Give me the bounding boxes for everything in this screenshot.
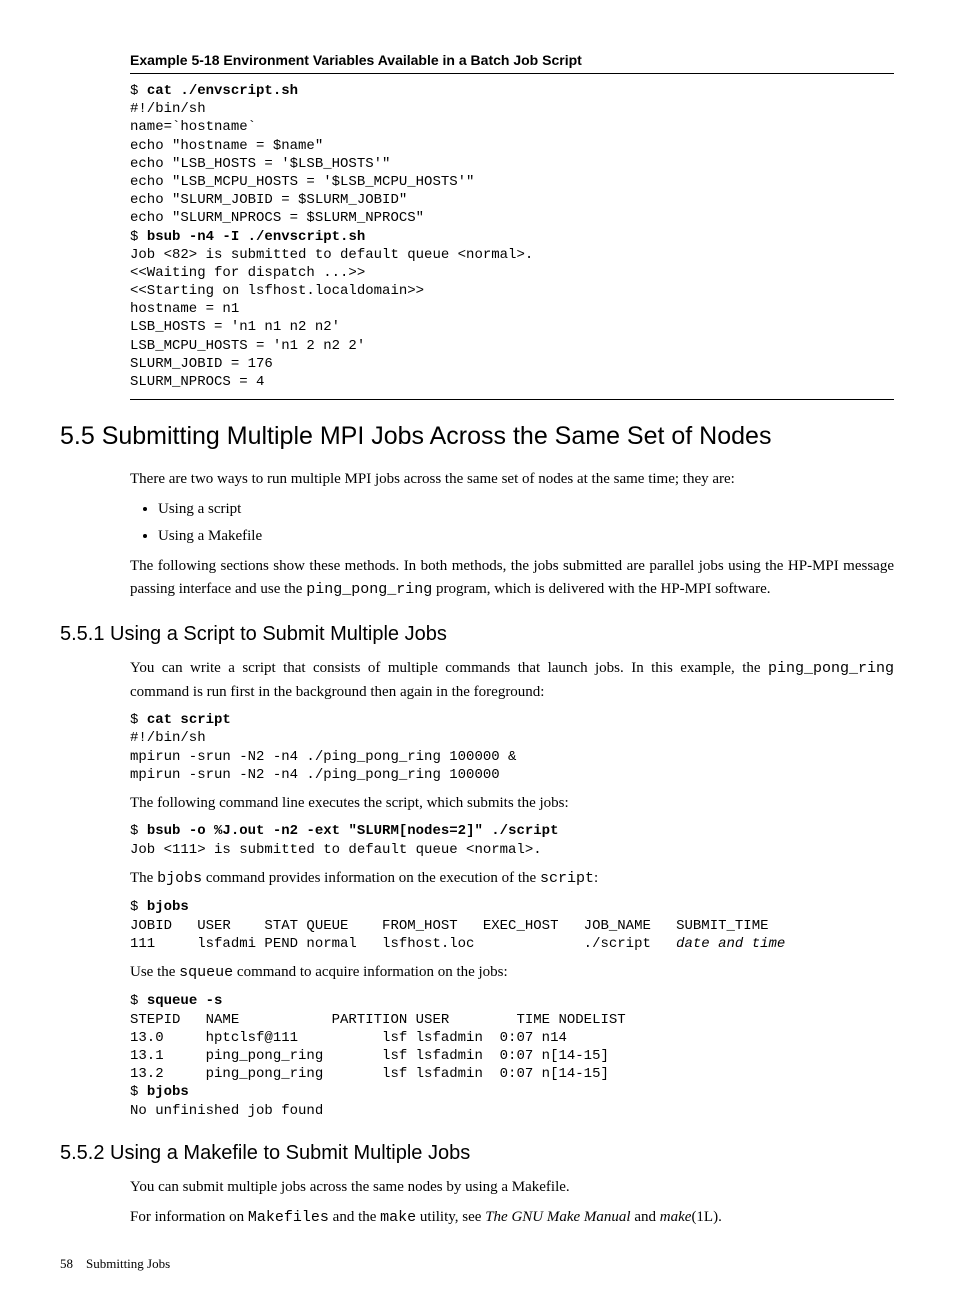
- code-line: echo "hostname = $name": [130, 138, 323, 154]
- cmd-cat-script: cat script: [147, 712, 231, 728]
- code-line: <<Starting on lsfhost.localdomain>>: [130, 283, 424, 299]
- code-line: No unfinished job found: [130, 1103, 323, 1119]
- cmd-bjobs2: bjobs: [147, 1084, 189, 1100]
- text: command provides information on the exec…: [202, 870, 540, 886]
- paragraph: For information on Makefiles and the mak…: [130, 1206, 894, 1230]
- code-line: hostname = n1: [130, 301, 239, 317]
- example-title: Example 5-18 Environment Variables Avail…: [130, 50, 894, 74]
- list-item: Using a Makefile: [158, 525, 894, 548]
- code-line: LSB_HOSTS = 'n1 n1 n2 n2': [130, 319, 340, 335]
- bullet-list: Using a script Using a Makefile: [130, 498, 894, 547]
- code-line: mpirun -srun -N2 -n4 ./ping_pong_ring 10…: [130, 749, 516, 765]
- text: (1L).: [691, 1209, 721, 1225]
- paragraph: The following sections show these method…: [130, 555, 894, 601]
- code-line: JOBID USER STAT QUEUE FROM_HOST EXEC_HOS…: [130, 918, 769, 934]
- cmd-bsub2: bsub -o %J.out -n2 -ext "SLURM[nodes=2]"…: [147, 823, 559, 839]
- inline-code: ping_pong_ring: [768, 660, 894, 677]
- code-block-script: $ cat script #!/bin/sh mpirun -srun -N2 …: [130, 711, 894, 784]
- code-line: SLURM_JOBID = 176: [130, 356, 273, 372]
- prompt: $: [130, 823, 147, 839]
- text: and: [631, 1209, 660, 1225]
- inline-code: Makefiles: [248, 1209, 329, 1226]
- list-item: Using a script: [158, 498, 894, 521]
- section-5-5-2-heading: 5.5.2 Using a Makefile to Submit Multipl…: [60, 1138, 894, 1168]
- code-line: Job <82> is submitted to default queue <…: [130, 247, 533, 263]
- paragraph: Use the squeue command to acquire inform…: [130, 961, 894, 985]
- inline-code: make: [380, 1209, 416, 1226]
- paragraph: You can write a script that consists of …: [130, 657, 894, 703]
- text: Use the: [130, 964, 179, 980]
- footer-text: Submitting Jobs: [86, 1256, 170, 1271]
- prompt: $: [130, 229, 147, 245]
- code-line: Job <111> is submitted to default queue …: [130, 842, 542, 858]
- prompt: $: [130, 993, 147, 1009]
- code-line: 13.2 ping_pong_ring lsf lsfadmin 0:07 n[…: [130, 1066, 609, 1082]
- code-line: #!/bin/sh: [130, 730, 206, 746]
- code-line: echo "SLURM_NPROCS = $SLURM_NPROCS": [130, 210, 424, 226]
- code-line: SLURM_NPROCS = 4: [130, 374, 264, 390]
- italic-title: The GNU Make Manual: [485, 1209, 630, 1225]
- code-line: echo "LSB_HOSTS = '$LSB_HOSTS'": [130, 156, 390, 172]
- code-line: mpirun -srun -N2 -n4 ./ping_pong_ring 10…: [130, 767, 500, 783]
- inline-code: bjobs: [157, 870, 202, 887]
- text: The: [130, 870, 157, 886]
- code-line: 13.1 ping_pong_ring lsf lsfadmin 0:07 n[…: [130, 1048, 609, 1064]
- paragraph: You can submit multiple jobs across the …: [130, 1176, 894, 1199]
- code-line: #!/bin/sh: [130, 101, 206, 117]
- code-line: <<Waiting for dispatch ...>>: [130, 265, 365, 281]
- text: and the: [329, 1209, 380, 1225]
- prompt: $: [130, 712, 147, 728]
- text: For information on: [130, 1209, 248, 1225]
- italic-title: make: [660, 1209, 692, 1225]
- paragraph: The bjobs command provides information o…: [130, 867, 894, 891]
- paragraph: The following command line executes the …: [130, 792, 894, 815]
- inline-code: squeue: [179, 964, 233, 981]
- text: command is run first in the background t…: [130, 684, 544, 700]
- code-line: LSB_MCPU_HOSTS = 'n1 2 n2 2': [130, 338, 365, 354]
- code-line: 13.0 hptclsf@111 lsf lsfadmin 0:07 n14: [130, 1030, 567, 1046]
- prompt: $: [130, 899, 147, 915]
- code-line: echo "SLURM_JOBID = $SLURM_JOBID": [130, 192, 407, 208]
- text: command to acquire information on the jo…: [233, 964, 508, 980]
- code-line: echo "LSB_MCPU_HOSTS = '$LSB_MCPU_HOSTS'…: [130, 174, 474, 190]
- page-number: 58: [60, 1256, 73, 1271]
- text: You can write a script that consists of …: [130, 660, 768, 676]
- code-line: name=`hostname`: [130, 119, 256, 135]
- page-footer: 58 Submitting Jobs: [60, 1254, 894, 1274]
- cmd-bsub: bsub -n4 -I ./envscript.sh: [147, 229, 365, 245]
- divider: [130, 399, 894, 400]
- code-italic: date and time: [676, 936, 785, 952]
- inline-code: script: [540, 870, 594, 887]
- code-line: STEPID NAME PARTITION USER TIME NODELIST: [130, 1012, 626, 1028]
- text: utility, see: [416, 1209, 485, 1225]
- code-block-bsub: $ bsub -o %J.out -n2 -ext "SLURM[nodes=2…: [130, 822, 894, 858]
- cmd-bjobs: bjobs: [147, 899, 189, 915]
- prompt: $: [130, 1084, 147, 1100]
- inline-code: ping_pong_ring: [306, 581, 432, 598]
- text: program, which is delivered with the HP-…: [432, 581, 770, 597]
- text: :: [594, 870, 598, 886]
- cmd-squeue: squeue -s: [147, 993, 223, 1009]
- code-block-bjobs: $ bjobs JOBID USER STAT QUEUE FROM_HOST …: [130, 898, 894, 953]
- code-line: 111 lsfadmi PEND normal lsfhost.loc ./sc…: [130, 936, 676, 952]
- section-5-5-heading: 5.5 Submitting Multiple MPI Jobs Across …: [60, 418, 894, 456]
- paragraph: There are two ways to run multiple MPI j…: [130, 468, 894, 491]
- code-block-envscript: $ cat ./envscript.sh #!/bin/sh name=`hos…: [130, 82, 894, 391]
- code-block-squeue: $ squeue -s STEPID NAME PARTITION USER T…: [130, 992, 894, 1119]
- cmd-cat: cat ./envscript.sh: [147, 83, 298, 99]
- prompt: $: [130, 83, 147, 99]
- section-5-5-1-heading: 5.5.1 Using a Script to Submit Multiple …: [60, 619, 894, 649]
